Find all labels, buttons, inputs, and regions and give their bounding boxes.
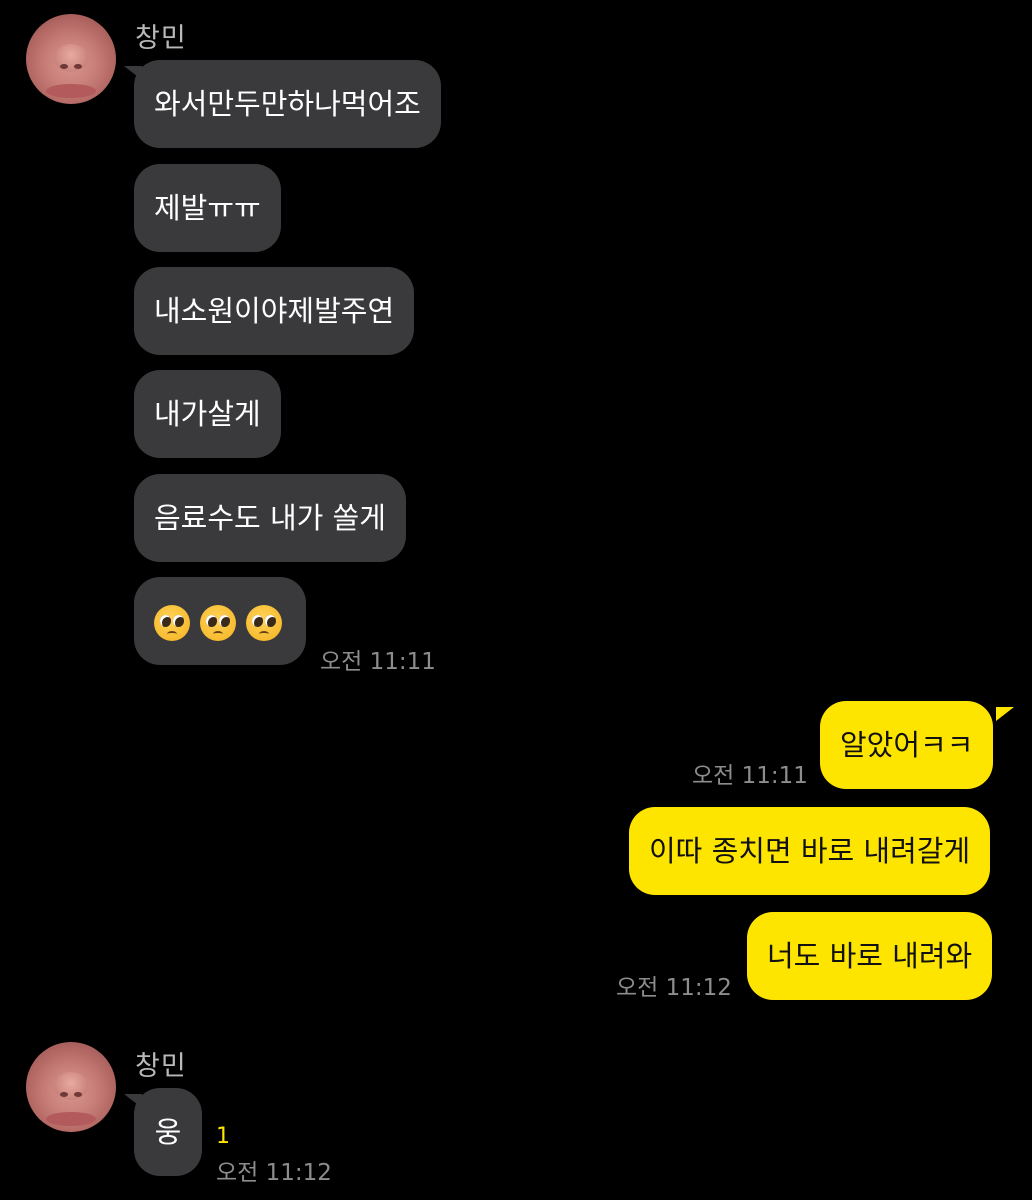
avatar-photo — [54, 1072, 88, 1100]
chat-screen: 창민 와서만두만하나먹어조 제발ㅠㅠ 내소원이야제발주연 내가살게 음료수도 내… — [0, 0, 1032, 1200]
unread-count: 1 — [216, 1124, 230, 1149]
pleading-face-icon — [200, 605, 236, 641]
message-timestamp: 오전 11:12 — [216, 1160, 332, 1186]
pleading-face-icon — [154, 605, 190, 641]
outgoing-message[interactable]: 너도 바로 내려와 — [747, 912, 993, 1000]
message-timestamp: 오전 11:12 — [616, 975, 732, 1001]
contact-avatar[interactable] — [26, 14, 116, 104]
pleading-face-icon — [246, 605, 282, 641]
bubble-tail — [996, 707, 1014, 721]
incoming-message[interactable]: 내소원이야제발주연 — [134, 267, 415, 355]
sender-name: 창민 — [135, 23, 187, 54]
incoming-message[interactable]: 웅 — [134, 1088, 202, 1176]
emoji-row — [154, 605, 282, 641]
incoming-message[interactable]: 제발ㅠㅠ — [134, 164, 281, 252]
message-timestamp: 오전 11:11 — [320, 649, 436, 675]
incoming-message[interactable]: 내가살게 — [134, 370, 281, 458]
contact-avatar[interactable] — [26, 1042, 116, 1132]
avatar-photo — [54, 44, 88, 72]
incoming-emoji-message[interactable] — [134, 577, 306, 665]
message-timestamp: 오전 11:11 — [692, 763, 808, 789]
incoming-message[interactable]: 음료수도 내가 쏠게 — [134, 474, 406, 562]
incoming-message[interactable]: 와서만두만하나먹어조 — [134, 60, 441, 148]
outgoing-message[interactable]: 이따 종치면 바로 내려갈게 — [629, 807, 991, 895]
outgoing-message[interactable]: 알았어ㅋㅋ — [820, 701, 994, 789]
sender-name: 창민 — [135, 1051, 187, 1082]
